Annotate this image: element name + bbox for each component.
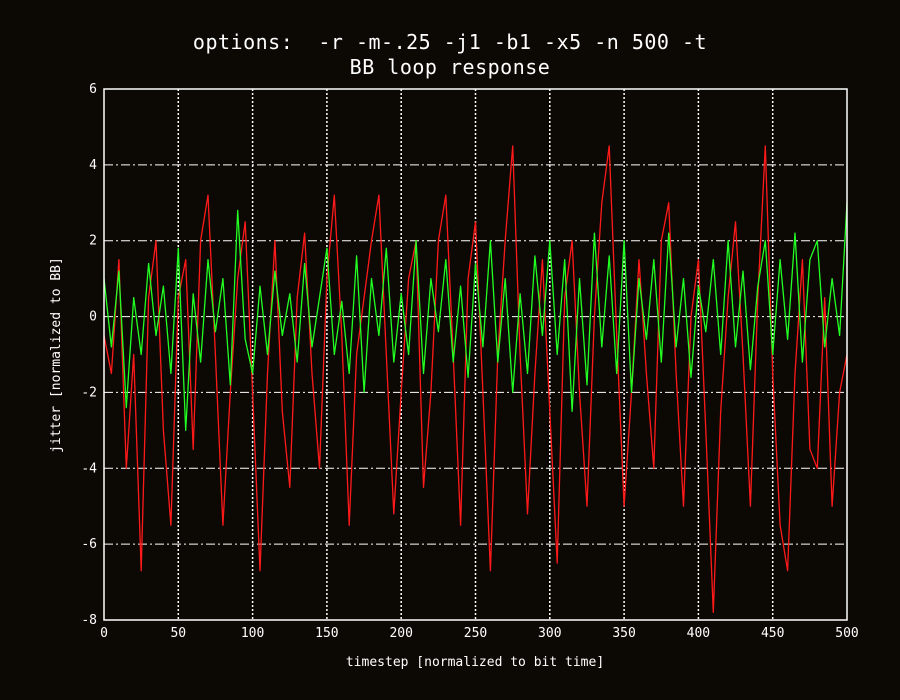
x-axis-label: timestep [normalized to bit time] (346, 655, 604, 670)
y-tick-label: -2 (81, 385, 97, 400)
x-tick-label: 500 (835, 626, 858, 641)
x-tick-label: 200 (389, 626, 412, 641)
x-tick-label: 50 (170, 626, 186, 641)
y-tick-label: 0 (89, 310, 97, 325)
x-tick-label: 150 (315, 626, 338, 641)
x-tick-label: 250 (464, 626, 487, 641)
y-tick-label: 2 (89, 234, 97, 249)
x-tick-label: 450 (761, 626, 784, 641)
x-tick-label: 350 (612, 626, 635, 641)
x-tick-label: 100 (241, 626, 264, 641)
y-tick-label: -8 (81, 613, 97, 628)
x-tick-label: 400 (687, 626, 710, 641)
y-tick-label: -6 (81, 537, 97, 552)
y-tick-label: 4 (89, 158, 97, 173)
y-axis-label: jitter [normalized to BB] (49, 257, 64, 453)
y-tick-label: -4 (81, 461, 97, 476)
tick-labels: 0 50 100 150 200 250 300 350 400 450 500 -8 -6 -4 -2 0 2… (81, 82, 858, 641)
y-tick-label: 6 (89, 82, 97, 97)
line-chart: 0 50 100 150 200 250 300 350 400 450 500 -8 -6 -4 -2 0 2… (49, 82, 859, 670)
x-tick-label: 300 (538, 626, 561, 641)
x-tick-label: 0 (100, 626, 108, 641)
